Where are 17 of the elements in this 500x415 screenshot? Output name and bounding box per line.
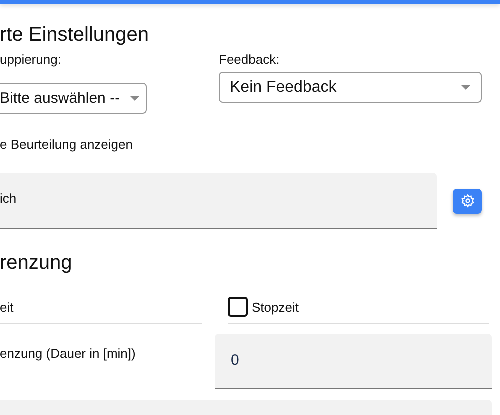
feedback-label: Feedback: — [219, 52, 281, 68]
caret-icon — [130, 96, 140, 101]
grouping-select[interactable]: Bitte auswählen -- — [0, 83, 147, 114]
section-title: rte Einstellungen — [0, 23, 150, 48]
settings-button[interactable] — [453, 188, 482, 214]
assessment-field[interactable]: ich — [0, 173, 437, 229]
settings-icon — [460, 194, 474, 208]
duration-label: enzung (Dauer in [min]) — [0, 345, 137, 363]
caret-icon — [461, 85, 471, 90]
section-title: renzung — [0, 251, 74, 276]
stop-time-label: Stopzeit — [252, 300, 299, 314]
duration-field[interactable]: 0 — [215, 334, 492, 389]
assessment-label: e Beurteilung anzeigen — [0, 137, 134, 153]
checkbox[interactable] — [228, 297, 248, 317]
feedback-select[interactable]: Kein Feedback — [219, 72, 482, 103]
start-time-label: eit — [0, 300, 14, 314]
grouping-label: uppierung: — [0, 52, 62, 68]
